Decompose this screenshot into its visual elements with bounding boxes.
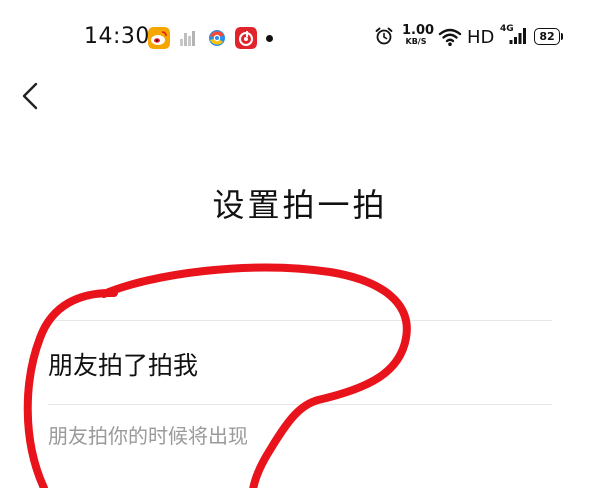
browser-icon [206,27,228,49]
network-speed-value: 1.00 [402,23,435,38]
music-app-icon [235,27,257,49]
back-button[interactable] [16,78,48,114]
page-title: 设置拍一拍 [212,186,388,224]
chevron-left-icon [22,82,38,110]
weibo-icon [148,27,170,49]
battery-indicator: 82 [534,28,563,45]
setting-label: 朋友拍了拍我 [48,351,199,380]
pat-suffix-input[interactable]: 朋友拍你的时候将出现 [48,420,248,449]
signal-label: 4G [500,24,514,34]
network-speed: 1.00 KB/S [402,23,435,46]
network-speed-unit: KB/S [405,37,427,46]
divider-middle [48,404,552,405]
wifi-icon [438,27,462,51]
notification-dot [266,35,273,42]
city-app-icon [177,27,199,49]
status-time: 14:30 [84,24,150,49]
alarm-icon [374,26,394,50]
status-bar: 14:30 1.00 KB/S HD 4G 82 [0,0,600,74]
divider-top [48,320,552,321]
hd-label: HD [467,27,495,48]
